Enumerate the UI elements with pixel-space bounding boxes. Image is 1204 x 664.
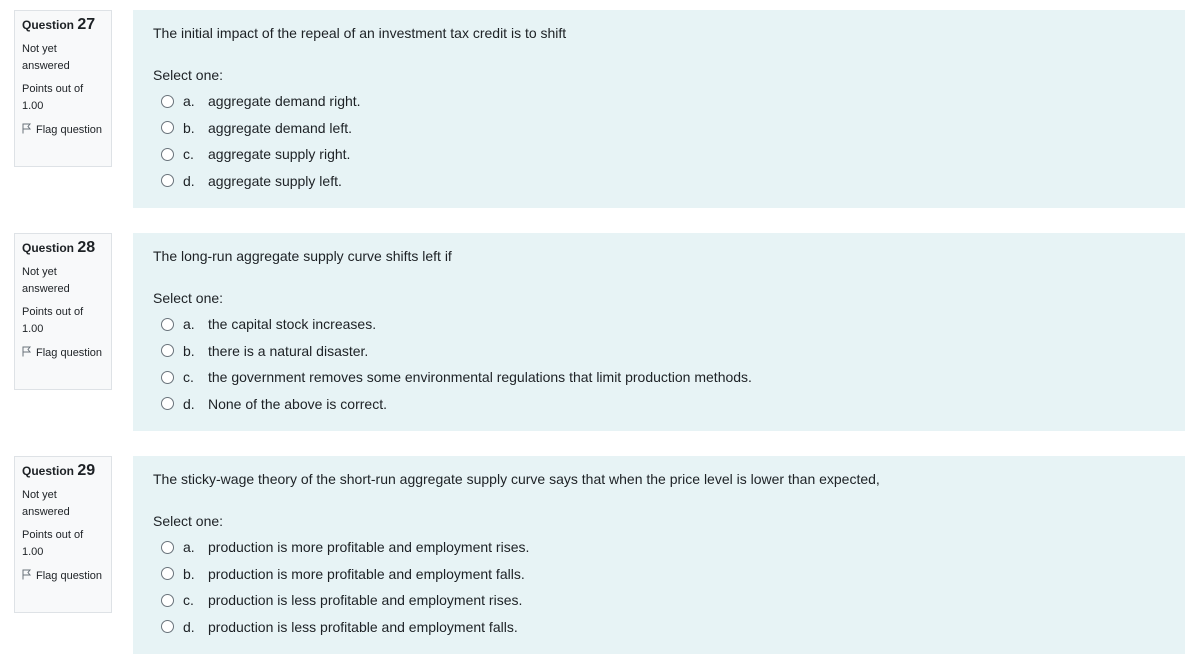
answer-option-c[interactable]: c. production is less profitable and empl…	[153, 587, 1165, 614]
select-prompt: Select one:	[153, 290, 224, 306]
question-text: The initial impact of the repeal of an i…	[153, 25, 567, 41]
radio-button[interactable]	[161, 567, 174, 581]
option-letter: a.	[183, 93, 195, 110]
question-number: Question 29	[22, 463, 104, 479]
option-letter: b.	[183, 342, 195, 359]
option-letter: a.	[183, 316, 195, 333]
option-letter: d.	[183, 172, 195, 189]
option-letter: c.	[183, 369, 194, 386]
radio-button[interactable]	[161, 147, 174, 161]
question-info-panel: Question 29 Not yet answered Points out …	[14, 456, 112, 613]
question-grade: Points out of 1.00	[22, 529, 84, 558]
question-label: Question	[22, 241, 75, 255]
option-text: aggregate demand right.	[208, 93, 361, 110]
radio-button[interactable]	[161, 620, 174, 634]
option-letter: d.	[183, 618, 195, 635]
question-number-value: 27	[77, 16, 96, 33]
radio-button[interactable]	[161, 121, 174, 135]
option-text: production is more profitable and employ…	[208, 565, 525, 582]
option-letter: d.	[183, 395, 195, 412]
flag-question-link[interactable]: Flag question	[22, 568, 104, 585]
option-letter: b.	[183, 119, 195, 136]
question-info-panel: Question 28 Not yet answered Points out …	[14, 233, 112, 390]
option-letter: a.	[183, 539, 195, 556]
question-29: Question 29 Not yet answered Points out …	[0, 456, 1204, 656]
radio-button[interactable]	[161, 593, 174, 607]
option-text: production is less profitable and employ…	[208, 618, 518, 635]
radio-button[interactable]	[161, 174, 174, 188]
option-text: None of the above is correct.	[208, 395, 387, 412]
question-state: Not yet answered	[22, 489, 70, 518]
flag-label: Flag question	[36, 124, 103, 136]
option-text: the capital stock increases.	[208, 316, 377, 333]
option-text: there is a natural disaster.	[208, 342, 369, 359]
flag-question-link[interactable]: Flag question	[22, 122, 104, 139]
question-grade: Points out of 1.00	[22, 83, 84, 112]
radio-button[interactable]	[161, 344, 174, 358]
question-content: The sticky-wage theory of the short-run …	[133, 456, 1185, 654]
question-state: Not yet answered	[22, 43, 70, 72]
question-content: The initial impact of the repeal of an i…	[133, 10, 1185, 208]
option-text: production is less profitable and employ…	[208, 592, 523, 609]
question-27: Question 27 Not yet answered Points out …	[0, 10, 1204, 210]
question-content: The long-run aggregate supply curve shif…	[133, 233, 1185, 431]
answer-option-a[interactable]: a. the capital stock increases.	[153, 311, 1165, 338]
answer-option-d[interactable]: d. aggregate supply left.	[153, 168, 1165, 195]
option-text: production is more profitable and employ…	[208, 539, 530, 556]
option-text: aggregate demand left.	[208, 119, 352, 136]
answer-option-b[interactable]: b. aggregate demand left.	[153, 115, 1165, 142]
question-text: The sticky-wage theory of the short-run …	[153, 471, 880, 487]
answer-option-c[interactable]: c. aggregate supply right.	[153, 141, 1165, 168]
answer-option-d[interactable]: d. None of the above is correct.	[153, 391, 1165, 418]
answer-list: a. aggregate demand right. b. aggregate de…	[153, 88, 1165, 194]
radio-button[interactable]	[161, 317, 174, 331]
radio-button[interactable]	[161, 94, 174, 108]
option-letter: c.	[183, 592, 194, 609]
question-label: Question	[22, 18, 75, 32]
answer-list: a. production is more profitable and empl…	[153, 534, 1165, 640]
answer-option-c[interactable]: c. the government removes some environmen…	[153, 364, 1165, 391]
option-letter: b.	[183, 565, 195, 582]
answer-option-d[interactable]: d. production is less profitable and empl…	[153, 614, 1165, 641]
answer-option-a[interactable]: a. production is more profitable and empl…	[153, 534, 1165, 561]
question-number: Question 27	[22, 17, 104, 33]
flag-icon	[22, 123, 32, 134]
flag-question-link[interactable]: Flag question	[22, 345, 104, 362]
flag-icon	[22, 569, 32, 580]
option-text: aggregate supply left.	[208, 172, 342, 189]
answer-option-b[interactable]: b. there is a natural disaster.	[153, 338, 1165, 365]
question-number-value: 28	[77, 239, 96, 256]
question-label: Question	[22, 464, 75, 478]
answer-option-b[interactable]: b. production is more profitable and empl…	[153, 561, 1165, 588]
select-prompt: Select one:	[153, 513, 224, 529]
option-letter: c.	[183, 146, 194, 163]
radio-button[interactable]	[161, 540, 174, 554]
answer-option-a[interactable]: a. aggregate demand right.	[153, 88, 1165, 115]
question-grade: Points out of 1.00	[22, 306, 84, 335]
question-text: The long-run aggregate supply curve shif…	[153, 248, 452, 264]
flag-label: Flag question	[36, 570, 103, 582]
question-info-panel: Question 27 Not yet answered Points out …	[14, 10, 112, 167]
option-text: the government removes some environmenta…	[208, 369, 752, 386]
question-number-value: 29	[77, 462, 96, 479]
answer-list: a. the capital stock increases. b. there i…	[153, 311, 1165, 417]
select-prompt: Select one:	[153, 67, 224, 83]
flag-icon	[22, 346, 32, 357]
radio-button[interactable]	[161, 370, 174, 384]
question-state: Not yet answered	[22, 266, 70, 295]
question-number: Question 28	[22, 240, 104, 256]
radio-button[interactable]	[161, 397, 174, 411]
question-28: Question 28 Not yet answered Points out …	[0, 233, 1204, 433]
flag-label: Flag question	[36, 347, 103, 359]
option-text: aggregate supply right.	[208, 146, 351, 163]
